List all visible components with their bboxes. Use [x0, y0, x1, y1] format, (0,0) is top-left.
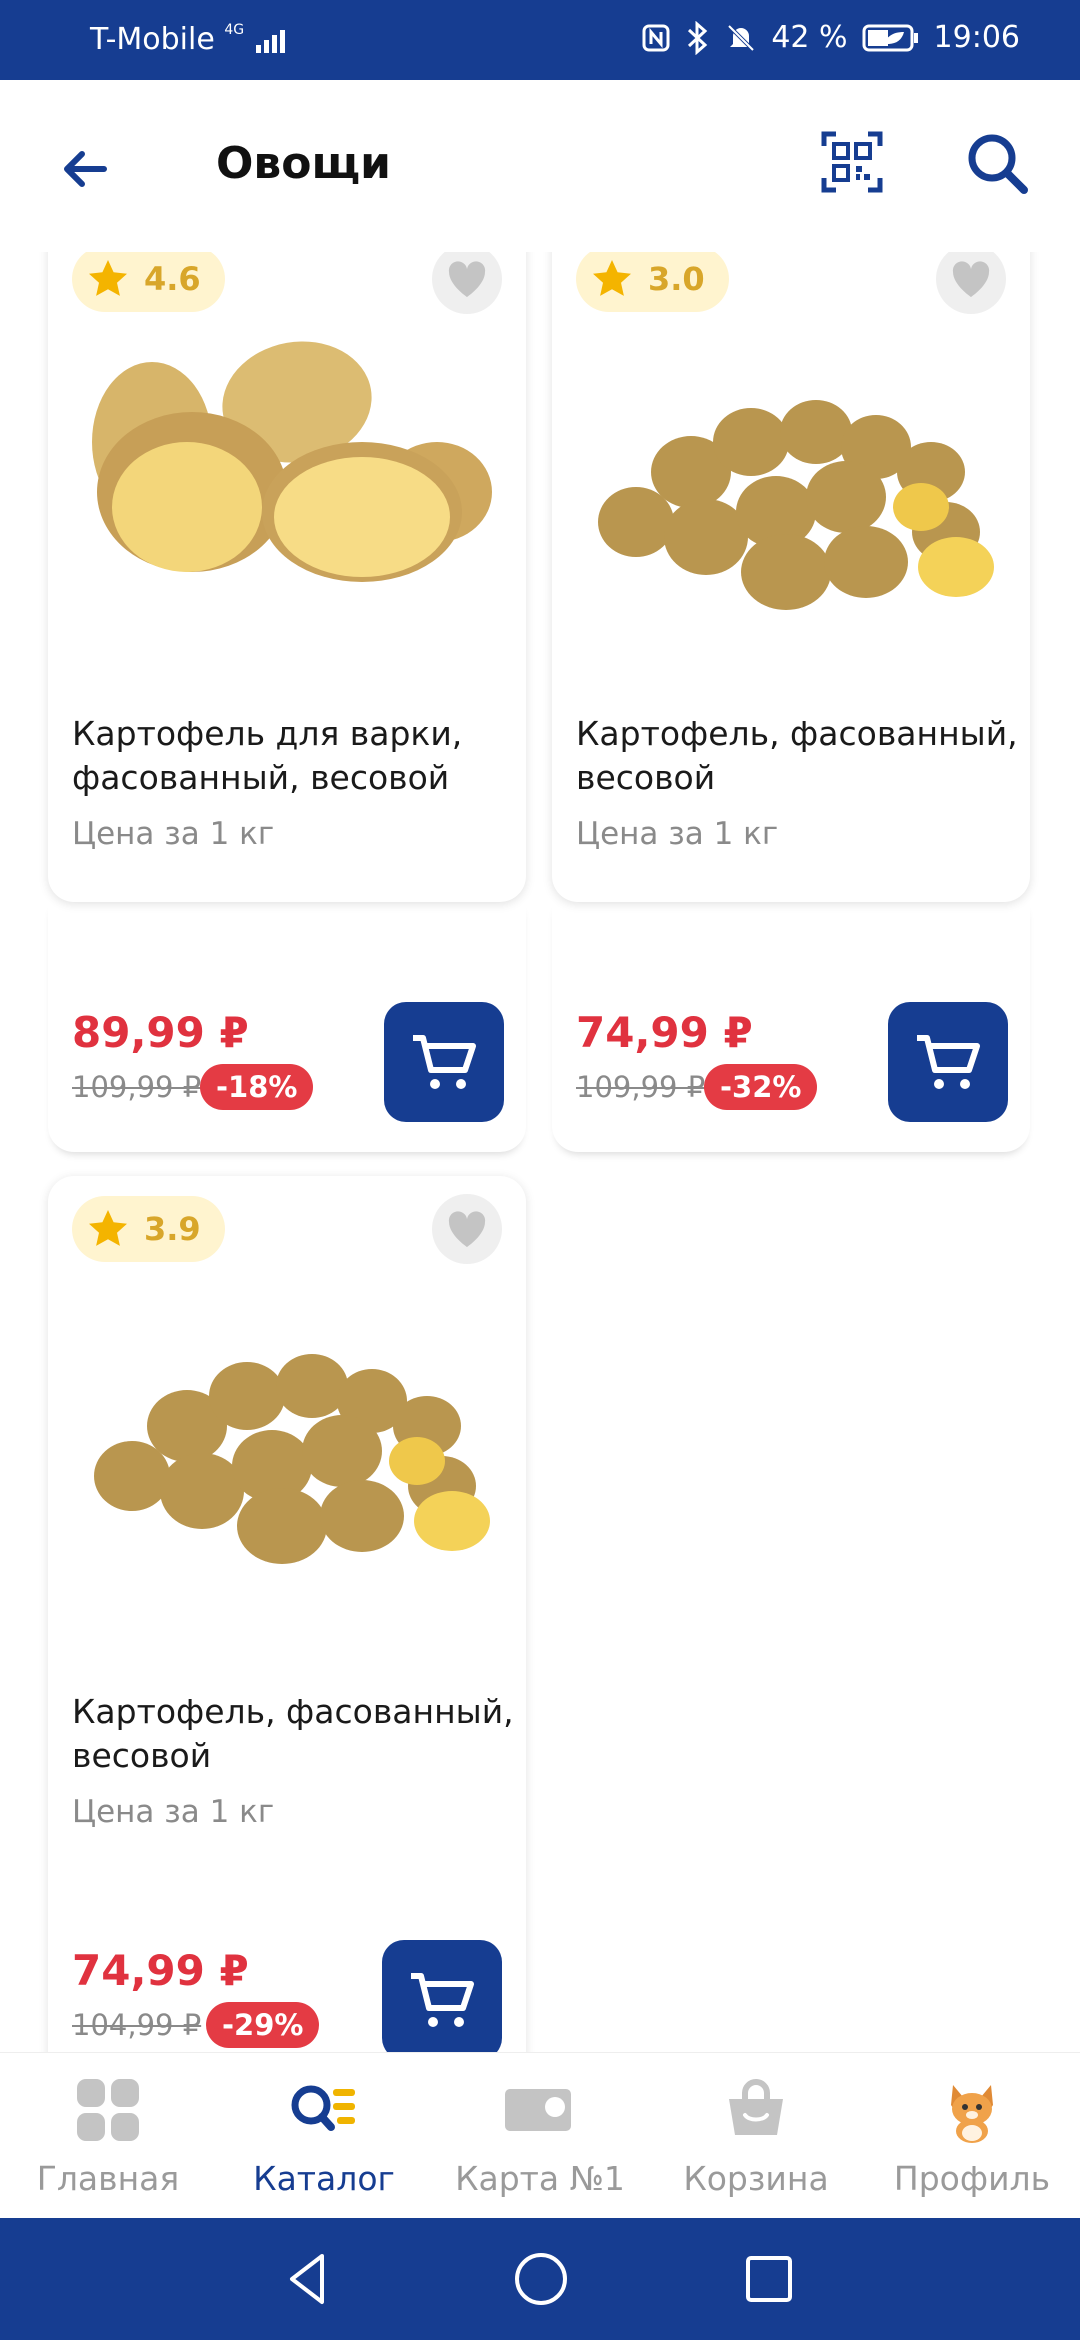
current-price: 74,99 ₽ — [72, 1946, 249, 1995]
favorite-button[interactable] — [936, 252, 1006, 314]
cart-icon — [917, 1035, 980, 1089]
discount-badge: -18% — [200, 1064, 314, 1110]
bottom-navigation: Главная Каталог Карта №1 Корзина Профиль — [0, 2052, 1080, 2219]
nfc-icon — [642, 24, 670, 51]
star-icon — [593, 260, 631, 296]
status-right: 42 % 19:06 — [641, 20, 1020, 55]
current-price: 89,99 ₽ — [72, 1008, 249, 1057]
nav-label: Профиль — [893, 2159, 1051, 2198]
signal-icon — [255, 29, 285, 53]
battery-icon — [862, 24, 918, 51]
rating-badge: 3.0 — [576, 252, 729, 312]
product-image — [94, 1354, 490, 1564]
rating-badge: 3.9 — [72, 1196, 225, 1262]
add-to-cart-button[interactable] — [382, 1940, 502, 2052]
product-name: Картофель, фасованный, весовой — [576, 714, 1018, 797]
arrow-left-icon — [64, 151, 107, 187]
bell-off-icon — [727, 24, 755, 51]
product-name: Картофель, фасованный, весовой — [72, 1692, 514, 1775]
nav-label: Главная — [36, 2159, 180, 2198]
nav-item-profile[interactable]: Профиль — [864, 2053, 1080, 2219]
clock: 19:06 — [933, 20, 1020, 55]
product-image — [598, 400, 994, 610]
nav-item-catalog[interactable]: Каталог — [216, 2053, 432, 2219]
add-to-cart-button[interactable] — [384, 1002, 504, 1122]
qr-code-icon — [821, 131, 883, 193]
price-unit: Цена за 1 кг — [72, 816, 275, 852]
heart-icon — [448, 1211, 486, 1247]
top-app-bar: Овощи — [0, 80, 1080, 252]
product-card[interactable]: 4.6 Картофель для варки, фасованный, вес… — [48, 252, 526, 902]
system-navigation-bar — [0, 2218, 1080, 2340]
search-button[interactable] — [962, 128, 1032, 198]
back-triangle-icon[interactable] — [278, 2248, 340, 2310]
cart-icon — [413, 1035, 476, 1089]
basket-icon — [729, 2079, 783, 2135]
cart-icon — [411, 1973, 474, 2027]
favorite-button[interactable] — [432, 1194, 502, 1264]
nav-item-card[interactable]: Карта №1 — [432, 2053, 648, 2219]
price-unit: Цена за 1 кг — [576, 816, 779, 852]
old-price: 109,99 ₽ — [72, 1070, 202, 1104]
old-price: 104,99 ₽ — [72, 2008, 202, 2042]
qr-scan-button[interactable] — [820, 130, 884, 194]
discount-badge: -29% — [206, 2002, 320, 2048]
bluetooth-icon — [688, 20, 708, 55]
heart-icon — [952, 261, 990, 297]
product-name: Картофель для варки, фасованный, весовой — [72, 714, 463, 797]
star-icon — [89, 1210, 127, 1246]
current-price: 74,99 ₽ — [576, 1008, 753, 1057]
nav-item-basket[interactable]: Корзина — [648, 2053, 864, 2219]
loyalty-card-icon — [505, 2089, 571, 2131]
product-image — [92, 341, 492, 582]
nav-label: Корзина — [683, 2159, 829, 2198]
add-to-cart-button[interactable] — [888, 1002, 1008, 1122]
search-icon — [968, 134, 1028, 194]
home-grid-icon — [77, 2079, 139, 2141]
product-card[interactable]: 3.9 Картофель, фасованный, весовой Цена … — [48, 1176, 526, 2052]
status-bar: T-Mobile 4G 42 % 19:06 — [0, 0, 1080, 80]
price-unit: Цена за 1 кг — [72, 1794, 275, 1830]
cat-avatar-icon — [951, 2085, 993, 2143]
network-type: 4G — [224, 22, 245, 38]
old-price: 109,99 ₽ — [576, 1070, 706, 1104]
product-grid: 4.6 Картофель для варки, фасованный, вес… — [0, 252, 1080, 2052]
discount-badge: -32% — [704, 1064, 818, 1110]
battery-percent: 42 % — [771, 20, 848, 55]
nav-label: Каталог — [253, 2159, 395, 2198]
page-title: Овощи — [216, 138, 391, 189]
catalog-search-icon — [291, 2085, 355, 2131]
recents-square-icon[interactable] — [738, 2248, 800, 2310]
back-button[interactable] — [50, 134, 120, 204]
product-card[interactable]: 3.0 Картофель, фасованный, весовой Цена … — [552, 252, 1030, 902]
nav-label: Карта №1 — [455, 2159, 625, 2198]
nav-item-home[interactable]: Главная — [0, 2053, 216, 2219]
carrier-label: T-Mobile 4G — [90, 22, 294, 57]
home-circle-icon[interactable] — [510, 2248, 572, 2310]
